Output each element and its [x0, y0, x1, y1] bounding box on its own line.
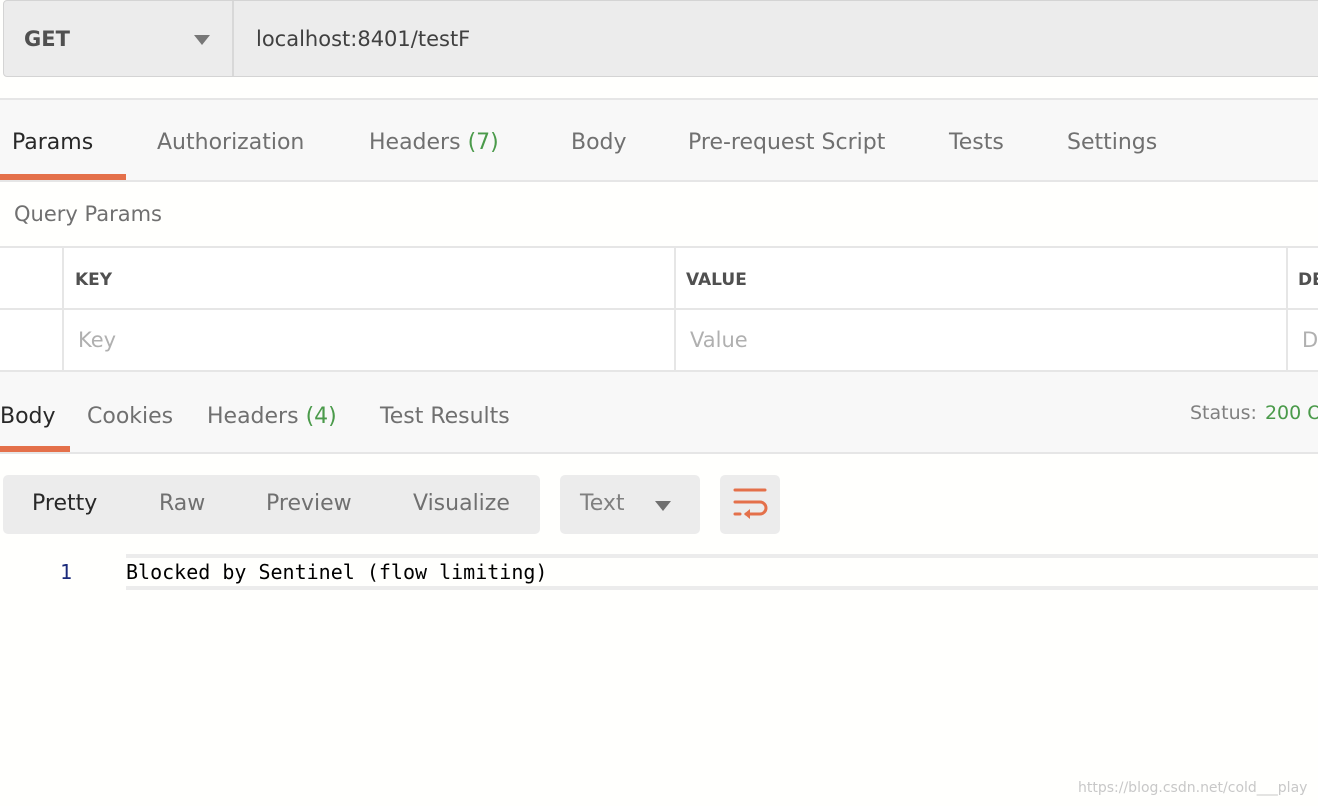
- headers-count: (7): [467, 130, 499, 155]
- response-tabs: Body Cookies Headers (4) Test Results St…: [0, 372, 1318, 454]
- column-description: DE: [1298, 270, 1318, 290]
- method-value: GET: [24, 26, 70, 51]
- method-select[interactable]: GET: [4, 1, 234, 76]
- chevron-down-icon: [655, 501, 671, 511]
- tab-tests[interactable]: Tests: [949, 130, 1004, 155]
- value-input[interactable]: Value: [690, 328, 748, 352]
- line-number: 1: [60, 560, 73, 584]
- tab-pre-request-script[interactable]: Pre-request Script: [688, 130, 885, 155]
- tab-headers[interactable]: Headers (7): [369, 130, 499, 155]
- tab-test-results[interactable]: Test Results: [380, 404, 510, 429]
- status-value: 200 OK: [1264, 402, 1318, 424]
- wrap-lines-icon: [733, 488, 768, 519]
- query-params-title: Query Params: [14, 202, 162, 226]
- preview-button[interactable]: Preview: [266, 491, 352, 516]
- active-response-tab-indicator: [0, 446, 70, 452]
- tab-response-body[interactable]: Body: [0, 404, 56, 429]
- params-table: KEY VALUE DE Key Value D: [0, 246, 1318, 372]
- tab-response-headers[interactable]: Headers (4): [207, 404, 337, 429]
- key-input[interactable]: Key: [78, 328, 116, 352]
- active-tab-indicator: [0, 174, 126, 180]
- response-headers-count: (4): [305, 404, 337, 429]
- url-bar: GET localhost:8401/testF: [3, 0, 1318, 77]
- table-header-row: [0, 248, 1318, 310]
- watermark: https://blog.csdn.net/cold___play: [1078, 780, 1308, 796]
- description-input[interactable]: D: [1302, 328, 1318, 352]
- tab-authorization[interactable]: Authorization: [157, 130, 304, 155]
- tab-body[interactable]: Body: [571, 130, 627, 155]
- chevron-down-icon: [194, 35, 210, 45]
- column-key: KEY: [75, 270, 113, 290]
- url-input[interactable]: localhost:8401/testF: [234, 1, 470, 76]
- status: Status:200 OK: [1190, 402, 1318, 424]
- raw-button[interactable]: Raw: [159, 491, 205, 516]
- tab-settings[interactable]: Settings: [1067, 130, 1157, 155]
- table-row: [0, 310, 1318, 372]
- pretty-button[interactable]: Pretty: [32, 491, 97, 516]
- view-mode-group: Pretty Raw Preview Visualize: [3, 475, 540, 534]
- request-tabs: Params Authorization Headers (7) Body Pr…: [0, 98, 1318, 182]
- visualize-button[interactable]: Visualize: [413, 491, 510, 516]
- tab-cookies[interactable]: Cookies: [87, 404, 173, 429]
- column-value: VALUE: [686, 270, 747, 290]
- wrap-lines-button[interactable]: [720, 475, 780, 534]
- tab-params[interactable]: Params: [12, 130, 93, 155]
- response-body-text: Blocked by Sentinel (flow limiting): [126, 560, 548, 584]
- format-select[interactable]: Text: [560, 475, 700, 534]
